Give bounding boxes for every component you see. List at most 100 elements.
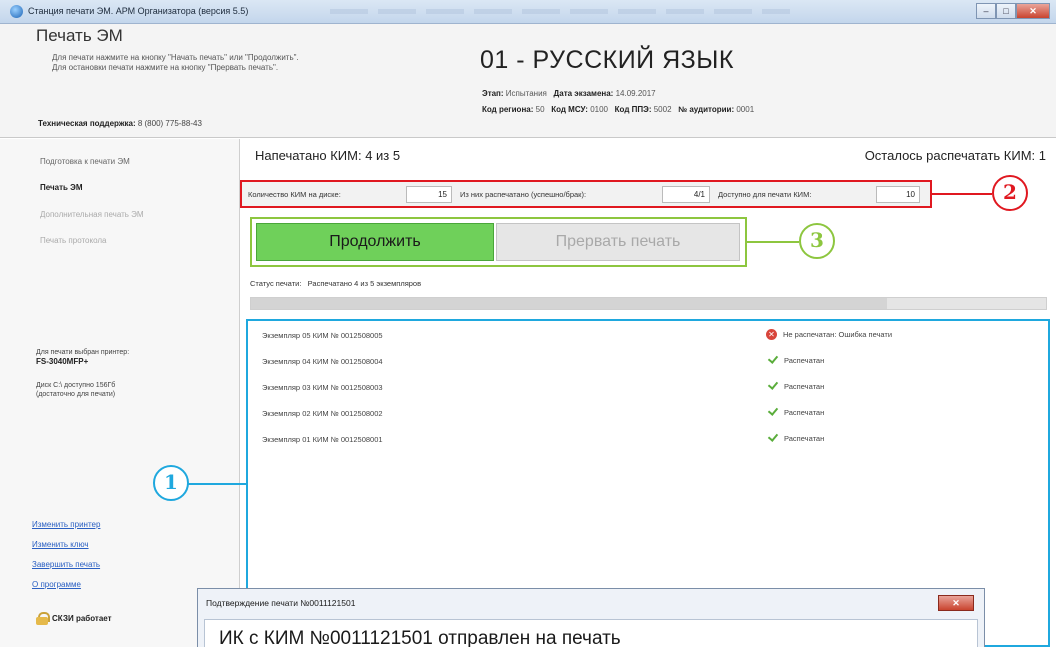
about-link[interactable]: О программе [32, 580, 81, 589]
list-item: Экземпляр 03 КИМ № 0012508003 Распечатан [262, 381, 1042, 395]
copy-status: Распечатан [766, 433, 824, 443]
copy-status-text: Не распечатан: Ошибка печати [783, 330, 893, 339]
checkmark-icon [766, 433, 778, 443]
instruction-line: Для печати нажмите на кнопку "Начать печ… [52, 53, 299, 62]
stage-value: Испытания [505, 89, 547, 98]
callout-1: 1 [153, 465, 189, 501]
callout-3: 3 [799, 223, 835, 259]
cscm-status: СКЗИ работает [36, 612, 112, 625]
region-label: Код региона: [482, 105, 534, 114]
callout-2: 2 [992, 175, 1028, 211]
support-label: Техническая поддержка: [38, 119, 136, 128]
window-title: Станция печати ЭМ. АРМ Организатора (вер… [28, 6, 249, 16]
disk-info: Диск C:\ доступно 156Гб (достаточно для … [36, 381, 115, 399]
titlebar-blurred-text [330, 9, 790, 14]
copy-status-text: Распечатан [784, 407, 825, 417]
continue-button[interactable]: Продолжить [256, 223, 494, 261]
available-label: Доступно для печати КИМ: [718, 190, 812, 199]
disk-line: Диск C:\ доступно 156Гб [36, 382, 116, 389]
exam-date-value: 14.09.2017 [615, 89, 656, 98]
instruction-line: Для остановки печати нажмите на кнопку "… [52, 63, 279, 72]
printer-caption: Для печати выбран принтер: [36, 349, 130, 356]
dialog-message: ИК с КИМ №0011121501 отправлен на печать [219, 628, 621, 647]
checkmark-icon [766, 381, 778, 391]
progress-fill [251, 298, 887, 309]
copy-label: Экземпляр 05 КИМ № 0012508005 [262, 331, 383, 340]
list-item: Экземпляр 04 КИМ № 0012508004 Распечатан [262, 355, 1042, 369]
list-item: Экземпляр 02 КИМ № 0012508002 Распечатан [262, 407, 1042, 421]
printed-count: Напечатано КИМ: 4 из 5 [255, 148, 401, 163]
cscm-status-text: СКЗИ работает [52, 614, 112, 623]
printed-stat-label: Из них распечатано (успешно/брак): [460, 190, 587, 199]
checkmark-icon [766, 407, 778, 417]
checkmark-icon [766, 355, 778, 365]
copy-label: Экземпляр 01 КИМ № 0012508001 [262, 435, 383, 444]
stats-bar: Количество КИМ на диске: 15 Из них распе… [240, 180, 932, 208]
copy-status-text: Распечатан [784, 381, 825, 391]
codes-meta: Код региона: 50 Код МСУ: 0100 Код ППЭ: 5… [482, 105, 754, 114]
sidebar-item-print[interactable]: Печать ЭМ [40, 183, 83, 192]
copy-status: Распечатан [766, 381, 824, 391]
window-titlebar: Станция печати ЭМ. АРМ Организатора (вер… [0, 0, 1056, 24]
available-value: 10 [876, 186, 920, 203]
progress-bar [250, 297, 1047, 310]
copy-status-text: Распечатан [784, 433, 825, 443]
abort-print-button: Прервать печать [496, 223, 740, 261]
copy-label: Экземпляр 04 КИМ № 0012508004 [262, 357, 383, 366]
copy-label: Экземпляр 03 КИМ № 0012508003 [262, 383, 383, 392]
print-status: Статус печати: Распечатано 4 из 5 экземп… [250, 279, 421, 288]
kim-on-disk-label: Количество КИМ на диске: [248, 190, 341, 199]
list-item: Экземпляр 01 КИМ № 0012508001 Распечатан [262, 433, 1042, 447]
exam-meta: Этап: Испытания Дата экзамена: 14.09.201… [482, 89, 656, 98]
dialog-body: ИК с КИМ №0011121501 отправлен на печать [204, 619, 978, 647]
exam-date-label: Дата экзамена: [553, 89, 614, 98]
room-label: № аудитории: [678, 105, 735, 114]
printer-info: Для печати выбран принтер: FS-3040MFP+ [36, 348, 129, 366]
dialog-close-button[interactable]: ✕ [938, 595, 974, 611]
copy-label: Экземпляр 02 КИМ № 0012508002 [262, 409, 383, 418]
exam-subject: 01 - РУССКИЙ ЯЗЫК [480, 46, 734, 74]
support-phone: 8 (800) 775-88-43 [137, 119, 202, 128]
minimize-button[interactable]: – [976, 3, 996, 19]
sidebar-item-prepare[interactable]: Подготовка к печати ЭМ [40, 157, 130, 166]
print-status-label: Статус печати: [250, 279, 302, 288]
app-icon [10, 5, 23, 18]
copy-status-text: Распечатан [784, 355, 825, 365]
msu-value: 0100 [590, 105, 608, 114]
printer-name: FS-3040MFP+ [36, 357, 89, 366]
callout-3-line [747, 241, 799, 243]
callout-1-line [188, 483, 248, 485]
dialog-title: Подтверждение печати №0011121501 [206, 598, 356, 608]
change-printer-link[interactable]: Изменить принтер [32, 520, 100, 529]
region-value: 50 [535, 105, 545, 114]
remaining-count: Осталось распечатать КИМ: 1 [864, 148, 1046, 163]
copy-status: Распечатан [766, 355, 824, 365]
change-key-link[interactable]: Изменить ключ [32, 540, 89, 549]
support-info: Техническая поддержка: 8 (800) 775-88-43 [38, 119, 202, 128]
error-icon: ✕ [766, 329, 777, 340]
ppe-value: 5002 [653, 105, 672, 114]
lock-icon [36, 612, 50, 625]
window-controls: – □ ✕ [976, 3, 1050, 19]
ppe-label: Код ППЭ: [614, 105, 652, 114]
close-button[interactable]: ✕ [1016, 3, 1050, 19]
page-title: Печать ЭМ [36, 26, 123, 45]
room-value: 0001 [736, 105, 755, 114]
sidebar-item-protocol: Печать протокола [40, 236, 107, 245]
print-confirmation-dialog: Подтверждение печати №0011121501 ✕ ИК с … [197, 588, 985, 647]
callout-2-line [932, 193, 992, 195]
kim-on-disk-value: 15 [406, 186, 452, 203]
copy-status: Распечатан [766, 407, 824, 417]
stage-label: Этап: [482, 89, 504, 98]
copy-status: ✕ Не распечатан: Ошибка печати [766, 329, 892, 340]
instructions: Для печати нажмите на кнопку "Начать печ… [52, 53, 299, 73]
finish-print-link[interactable]: Завершить печать [32, 560, 100, 569]
sidebar-item-additional-print: Дополнительная печать ЭМ [40, 210, 144, 219]
disk-line: (достаточно для печати) [36, 391, 116, 398]
msu-label: Код МСУ: [551, 105, 588, 114]
printed-stat-value: 4/1 [662, 186, 710, 203]
list-item: Экземпляр 05 КИМ № 0012508005 ✕ Не распе… [262, 329, 1042, 343]
print-status-value: Распечатано 4 из 5 экземпляров [307, 279, 422, 288]
maximize-button[interactable]: □ [996, 3, 1016, 19]
print-controls: Продолжить Прервать печать [250, 217, 747, 267]
